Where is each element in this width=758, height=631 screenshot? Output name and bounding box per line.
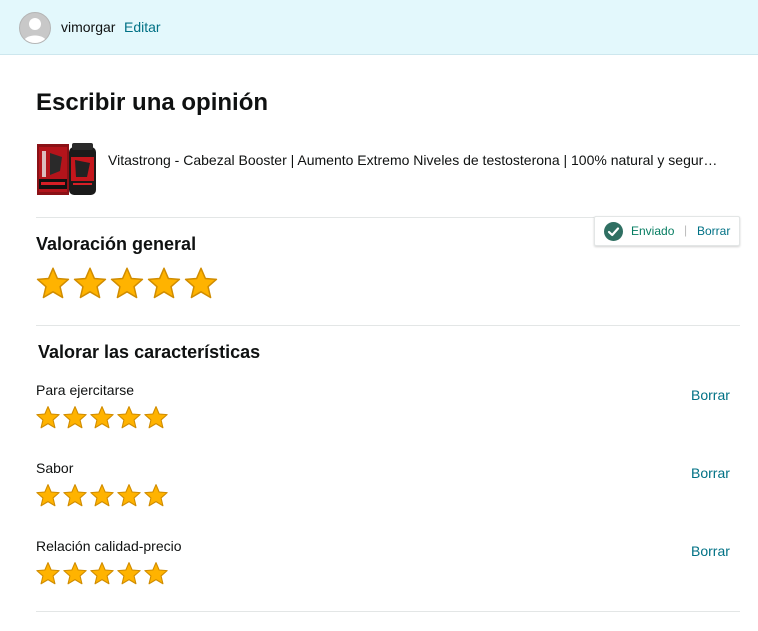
star-icon[interactable] xyxy=(35,561,61,587)
star-icon[interactable] xyxy=(183,266,219,302)
overall-star-rating[interactable] xyxy=(35,266,220,302)
star-icon[interactable] xyxy=(116,483,142,509)
flavor-star-rating[interactable] xyxy=(35,483,170,509)
features-title: Valorar las características xyxy=(38,342,261,362)
star-icon[interactable] xyxy=(62,483,88,509)
clear-exercise-rating-link[interactable]: Borrar xyxy=(691,387,730,403)
star-icon[interactable] xyxy=(35,483,61,509)
star-icon[interactable] xyxy=(143,561,169,587)
star-icon[interactable] xyxy=(35,405,61,431)
clear-value-rating-link[interactable]: Borrar xyxy=(691,543,730,559)
star-icon[interactable] xyxy=(89,561,115,587)
product-image xyxy=(36,141,98,197)
divider xyxy=(36,325,740,326)
feature-label-exercise: Para ejercitarse xyxy=(36,382,135,398)
avatar-icon xyxy=(19,12,51,44)
submitted-status-badge: Enviado | Borrar xyxy=(594,216,740,246)
star-icon[interactable] xyxy=(62,561,88,587)
star-icon[interactable] xyxy=(62,405,88,431)
value-star-rating[interactable] xyxy=(35,561,170,587)
top-user-bar: vimorgar Editar xyxy=(0,0,758,55)
star-icon[interactable] xyxy=(146,266,182,302)
status-separator: | xyxy=(684,223,688,237)
feature-label-flavor: Sabor xyxy=(36,460,74,476)
star-icon[interactable] xyxy=(143,483,169,509)
star-icon[interactable] xyxy=(35,266,71,302)
star-icon[interactable] xyxy=(116,405,142,431)
star-icon[interactable] xyxy=(109,266,145,302)
clear-overall-rating-link[interactable]: Borrar xyxy=(697,224,730,238)
star-icon[interactable] xyxy=(89,405,115,431)
username: vimorgar xyxy=(61,19,116,35)
star-icon[interactable] xyxy=(143,405,169,431)
clear-flavor-rating-link[interactable]: Borrar xyxy=(691,465,730,481)
product-name[interactable]: Vitastrong - Cabezal Booster | Aumento E… xyxy=(108,152,734,168)
star-icon[interactable] xyxy=(89,483,115,509)
exercise-star-rating[interactable] xyxy=(35,405,170,431)
status-label: Enviado xyxy=(631,224,675,238)
feature-label-value-for-money: Relación calidad-precio xyxy=(36,538,182,554)
overall-rating-title: Valoración general xyxy=(36,234,197,254)
star-icon[interactable] xyxy=(116,561,142,587)
divider xyxy=(36,611,740,612)
star-icon[interactable] xyxy=(72,266,108,302)
page-title: Escribir una opinión xyxy=(36,89,269,116)
check-circle-icon xyxy=(604,222,623,241)
edit-profile-link[interactable]: Editar xyxy=(124,19,161,35)
